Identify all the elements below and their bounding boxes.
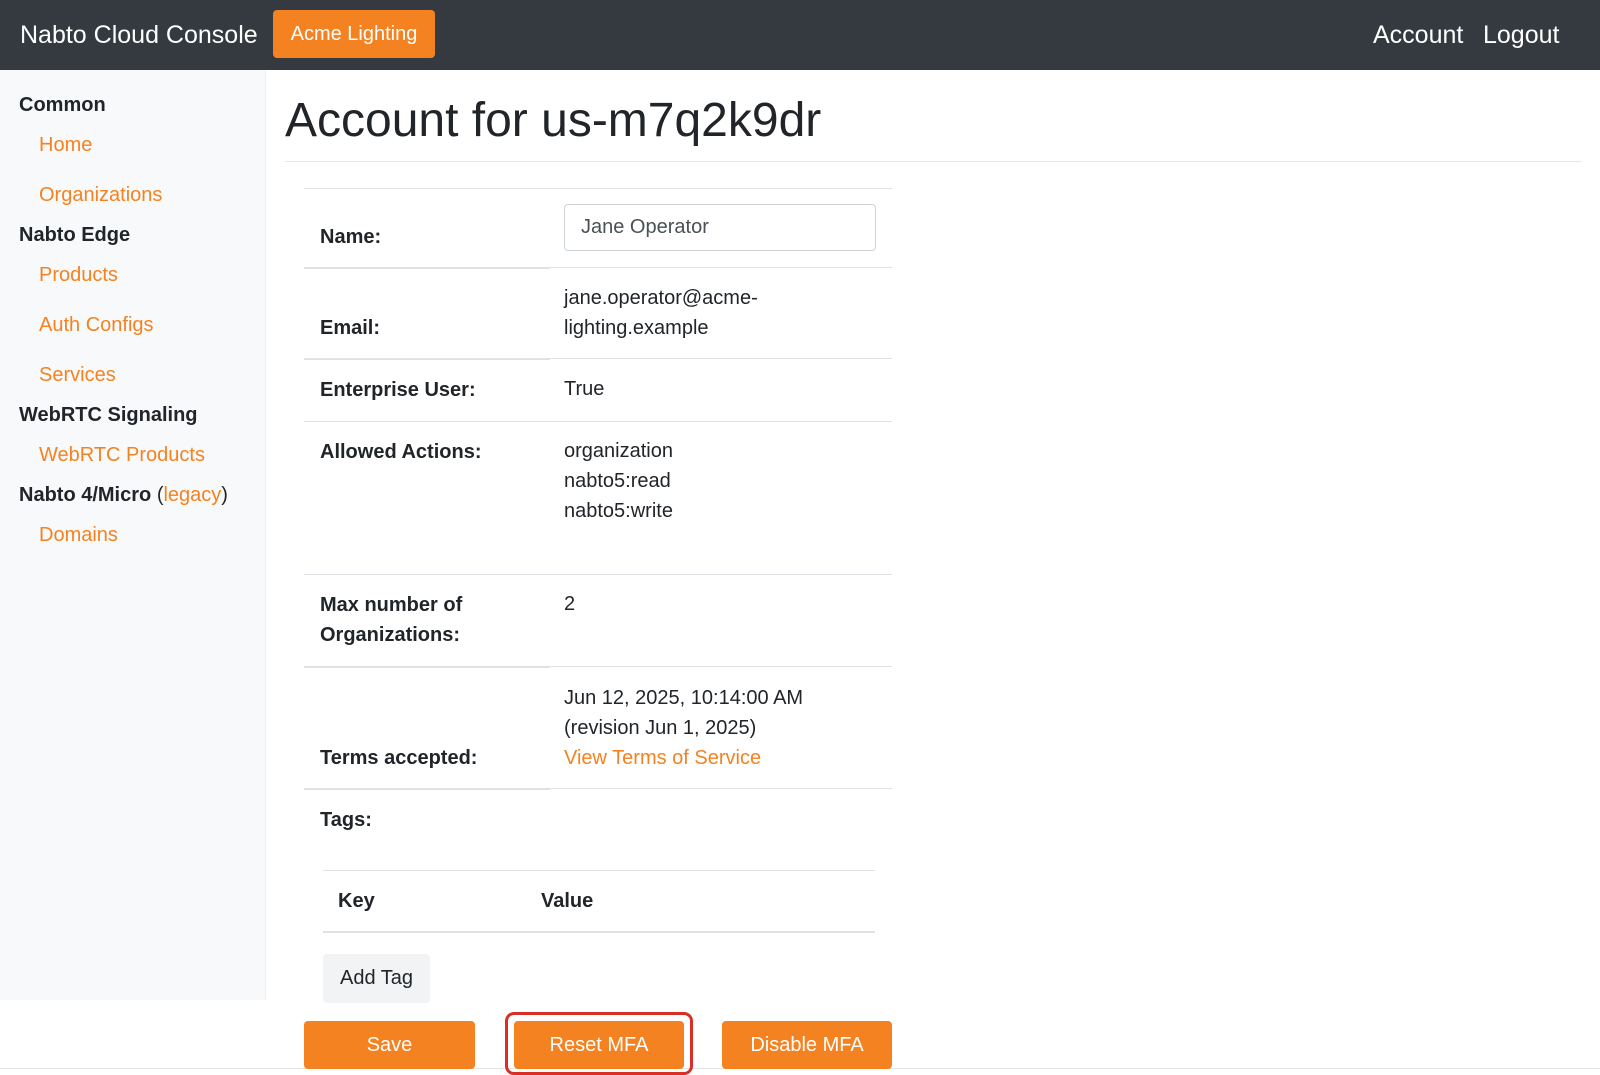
top-navbar: Nabto Cloud Console Acme Lighting Accoun… bbox=[0, 0, 1600, 70]
allowed-action-item: organization bbox=[564, 440, 673, 462]
row-divider bbox=[304, 574, 892, 575]
disable-mfa-button[interactable]: Disable MFA bbox=[722, 1021, 892, 1069]
sidebar-item-services[interactable]: Services bbox=[39, 362, 116, 388]
allowed-action-item: nabto5:read bbox=[564, 470, 671, 492]
organization-button[interactable]: Acme Lighting bbox=[273, 10, 435, 58]
email-label: Email: bbox=[320, 317, 381, 339]
name-label: Name: bbox=[320, 226, 382, 248]
row-divider bbox=[550, 788, 892, 789]
title-divider bbox=[285, 161, 1582, 162]
max-orgs-label-line1: Max number of bbox=[320, 594, 463, 616]
add-tag-button[interactable]: Add Tag bbox=[323, 954, 430, 1003]
brand-title[interactable]: Nabto Cloud Console bbox=[20, 19, 258, 51]
row-divider bbox=[304, 267, 550, 269]
sidebar-heading-common: Common bbox=[19, 94, 106, 116]
sidebar-heading-nabto-edge: Nabto Edge bbox=[19, 224, 131, 246]
email-value-line2: lighting.example bbox=[564, 317, 709, 339]
name-input[interactable] bbox=[564, 204, 876, 251]
max-orgs-label-line2: Organizations: bbox=[320, 624, 461, 646]
terms-revision: (revision Jun 1, 2025) bbox=[564, 717, 757, 739]
tags-table-header-border bbox=[323, 931, 875, 933]
reset-mfa-button[interactable]: Reset MFA bbox=[514, 1021, 684, 1069]
row-divider bbox=[304, 421, 892, 422]
sidebar-heading-webrtc: WebRTC Signaling bbox=[19, 404, 198, 426]
page-title: Account for us-m7q2k9dr bbox=[285, 94, 822, 147]
enterprise-user-label: Enterprise User: bbox=[320, 379, 476, 401]
enterprise-user-value: True bbox=[564, 378, 605, 400]
sidebar-item-organizations[interactable]: Organizations bbox=[39, 182, 162, 208]
view-terms-link[interactable]: View Terms of Service bbox=[564, 743, 761, 773]
row-divider bbox=[304, 788, 550, 790]
sidebar: Common Home Organizations Nabto Edge Pro… bbox=[0, 70, 266, 1000]
email-value-line1: jane.operator@acme- bbox=[564, 287, 758, 309]
allowed-action-item: nabto5:write bbox=[564, 500, 673, 522]
tags-label: Tags: bbox=[320, 809, 372, 831]
sidebar-item-home[interactable]: Home bbox=[39, 132, 92, 158]
tags-column-key: Key bbox=[338, 890, 375, 912]
logout-link[interactable]: Logout bbox=[1483, 19, 1559, 51]
sidebar-item-products[interactable]: Products bbox=[39, 262, 118, 288]
tags-table-top-border bbox=[323, 870, 875, 871]
row-divider bbox=[550, 358, 892, 359]
sidebar-item-auth-configs[interactable]: Auth Configs bbox=[39, 312, 154, 338]
table-top-border bbox=[304, 188, 892, 189]
row-divider bbox=[550, 267, 892, 268]
row-divider bbox=[304, 666, 550, 668]
sidebar-heading-nabto4: Nabto 4/Micro (legacy) bbox=[19, 482, 228, 508]
account-link[interactable]: Account bbox=[1373, 19, 1463, 51]
max-orgs-value: 2 bbox=[564, 593, 576, 615]
paren-close: ) bbox=[221, 484, 228, 506]
terms-label: Terms accepted: bbox=[320, 747, 478, 769]
terms-date: Jun 12, 2025, 10:14:00 AM bbox=[564, 687, 804, 709]
row-divider bbox=[304, 358, 550, 360]
sidebar-item-webrtc-products[interactable]: WebRTC Products bbox=[39, 442, 205, 468]
tags-column-value: Value bbox=[541, 890, 594, 912]
allowed-actions-label: Allowed Actions: bbox=[320, 441, 482, 463]
row-divider bbox=[550, 666, 892, 667]
legacy-link[interactable]: legacy bbox=[163, 484, 221, 506]
save-button[interactable]: Save bbox=[304, 1021, 475, 1069]
sidebar-item-domains[interactable]: Domains bbox=[39, 522, 118, 548]
sidebar-heading-nabto4-text: Nabto 4/Micro bbox=[19, 484, 152, 506]
